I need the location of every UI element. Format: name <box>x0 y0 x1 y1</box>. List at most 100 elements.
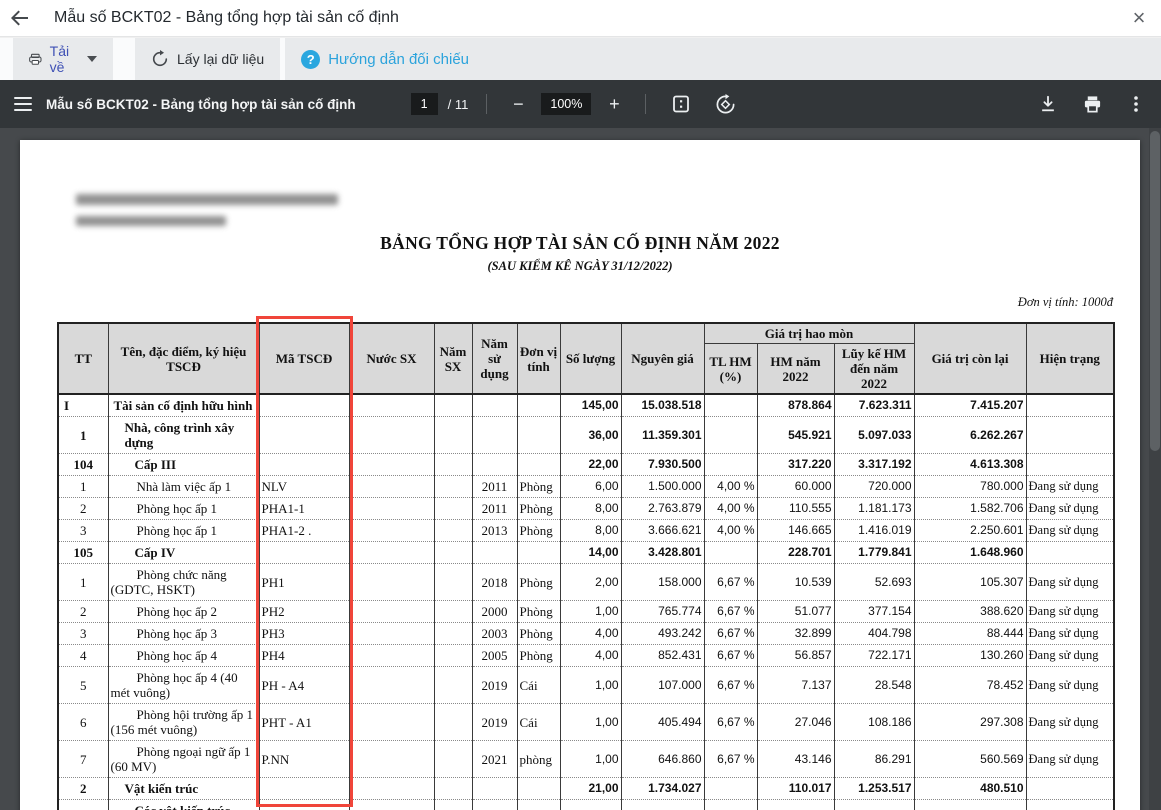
cell-nuoc <box>349 800 434 810</box>
cell-dvt <box>517 778 560 800</box>
cell-tt: 1 <box>58 476 108 498</box>
cell-ma: PH2 <box>259 601 349 623</box>
cell-nam_sd <box>472 417 517 454</box>
col-hien-trang: Hiện trạng <box>1026 323 1114 394</box>
cell-ht: Đang sử dụng <box>1026 601 1114 623</box>
guide-link[interactable]: ? Hướng dẫn đối chiếu <box>285 38 1161 80</box>
download-icon[interactable] <box>1031 87 1065 121</box>
cell-dvt: Cái <box>517 667 560 704</box>
zoom-in-button[interactable]: + <box>601 91 627 117</box>
cell-ht <box>1026 542 1114 564</box>
cell-name: Phòng học ấp 2 <box>108 601 259 623</box>
cell-lk: 5.097.033 <box>834 417 914 454</box>
cell-dvt: Cái <box>517 704 560 741</box>
cell-nuoc <box>349 623 434 645</box>
cell-ng: 158.000 <box>621 564 704 601</box>
cell-nuoc <box>349 704 434 741</box>
cell-tl: 6,67 % <box>704 667 757 704</box>
cell-qty: 8,00 <box>560 520 621 542</box>
cell-nam_sx <box>434 800 472 810</box>
back-button[interactable] <box>0 0 40 36</box>
cell-hm: 317.220 <box>757 454 834 476</box>
cell-ma: NLV <box>259 476 349 498</box>
fit-page-icon[interactable] <box>664 87 698 121</box>
cell-ma <box>259 394 349 417</box>
cell-ht: Đang sử dụng <box>1026 667 1114 704</box>
cell-tl <box>704 800 757 810</box>
cell-ng: 107.000 <box>621 667 704 704</box>
cell-hm: 228.701 <box>757 542 834 564</box>
cell-nuoc <box>349 601 434 623</box>
page-number-input[interactable] <box>411 93 438 115</box>
cell-nuoc <box>349 454 434 476</box>
guide-label: Hướng dẫn đối chiếu <box>328 51 469 68</box>
cell-tt: 5 <box>58 667 108 704</box>
cell-ht <box>1026 778 1114 800</box>
cell-hm: 545.921 <box>757 417 834 454</box>
cell-lk: 1.253.517 <box>834 778 914 800</box>
cell-qty: 21,00 <box>560 778 621 800</box>
cell-nam_sd: 2011 <box>472 498 517 520</box>
cell-nam_sd <box>472 800 517 810</box>
redacted-org-line-2 <box>76 216 226 226</box>
cell-qty: 1,00 <box>560 704 621 741</box>
cell-cl: 130.260 <box>914 645 1026 667</box>
cell-ma <box>259 417 349 454</box>
scrollbar-thumb[interactable] <box>1150 131 1160 451</box>
cell-ht <box>1026 800 1114 810</box>
zoom-out-button[interactable]: − <box>505 91 531 117</box>
cell-qty: 8,00 <box>560 498 621 520</box>
cell-nuoc <box>349 417 434 454</box>
document-title: BẢNG TỔNG HỢP TÀI SẢN CỐ ĐỊNH NĂM 2022 <box>20 233 1140 254</box>
cell-nam_sx <box>434 778 472 800</box>
table-header: TT Tên, đặc điểm, ký hiệu TSCĐ Mã TSCĐ N… <box>58 323 1114 394</box>
col-nam-sx: Năm SX <box>434 323 472 394</box>
zoom-level-value: 100% <box>541 93 591 115</box>
cell-tt: 104 <box>58 454 108 476</box>
pdf-toolbar: Mẫu số BCKT02 - Bảng tổng hợp tài sản cố… <box>0 80 1161 128</box>
download-label: Tải về <box>50 43 75 75</box>
reload-data-button[interactable]: Lấy lại dữ liệu <box>135 38 280 80</box>
cell-cl: 88.444 <box>914 623 1026 645</box>
download-button[interactable]: Tải về <box>13 38 113 80</box>
print-icon[interactable] <box>1075 87 1109 121</box>
table-row: 105Cấp IV14,003.428.801228.7011.779.8411… <box>58 542 1114 564</box>
pdf-doc-title: Mẫu số BCKT02 - Bảng tổng hợp tài sản cố… <box>46 97 356 112</box>
cell-tt: 4 <box>58 645 108 667</box>
cell-nuoc <box>349 542 434 564</box>
cell-tt: 7 <box>58 741 108 778</box>
toolbar-divider <box>645 94 646 114</box>
cell-tl: 6,67 % <box>704 645 757 667</box>
cell-ht <box>1026 417 1114 454</box>
cell-qty: 2,00 <box>560 564 621 601</box>
cell-nam_sx <box>434 704 472 741</box>
cell-qty: 1,00 <box>560 741 621 778</box>
cell-lk: 1.779.841 <box>834 542 914 564</box>
cell-dvt <box>517 394 560 417</box>
cell-name: Tài sản cố định hữu hình <box>108 394 259 417</box>
cell-dvt: phòng <box>517 741 560 778</box>
cell-tl: 6,67 % <box>704 704 757 741</box>
cell-dvt: Phòng <box>517 476 560 498</box>
cell-hm: 878.864 <box>757 394 834 417</box>
cell-dvt: Phòng <box>517 564 560 601</box>
close-icon[interactable]: × <box>1117 0 1161 36</box>
cell-ma: PH1 <box>259 564 349 601</box>
col-nam-su-dung: Năm sử dụng <box>472 323 517 394</box>
cell-qty: 22,00 <box>560 454 621 476</box>
cell-lk: 1.181.173 <box>834 498 914 520</box>
question-circle-icon: ? <box>301 50 320 69</box>
cell-nam_sx <box>434 476 472 498</box>
cell-hm: 10.539 <box>757 564 834 601</box>
cell-qty: 21,00 <box>560 800 621 810</box>
cell-lk: 1.253.517 <box>834 800 914 810</box>
rotate-icon[interactable] <box>708 87 742 121</box>
col-hm-nam: HM năm 2022 <box>757 344 834 395</box>
cell-hm: 110.555 <box>757 498 834 520</box>
menu-icon[interactable] <box>0 80 46 128</box>
cell-tt: I <box>58 394 108 417</box>
cell-nam_sd: 2021 <box>472 741 517 778</box>
more-options-icon[interactable] <box>1119 87 1153 121</box>
cell-ng: 1.734.027 <box>621 778 704 800</box>
redacted-org-line-1 <box>76 194 338 205</box>
